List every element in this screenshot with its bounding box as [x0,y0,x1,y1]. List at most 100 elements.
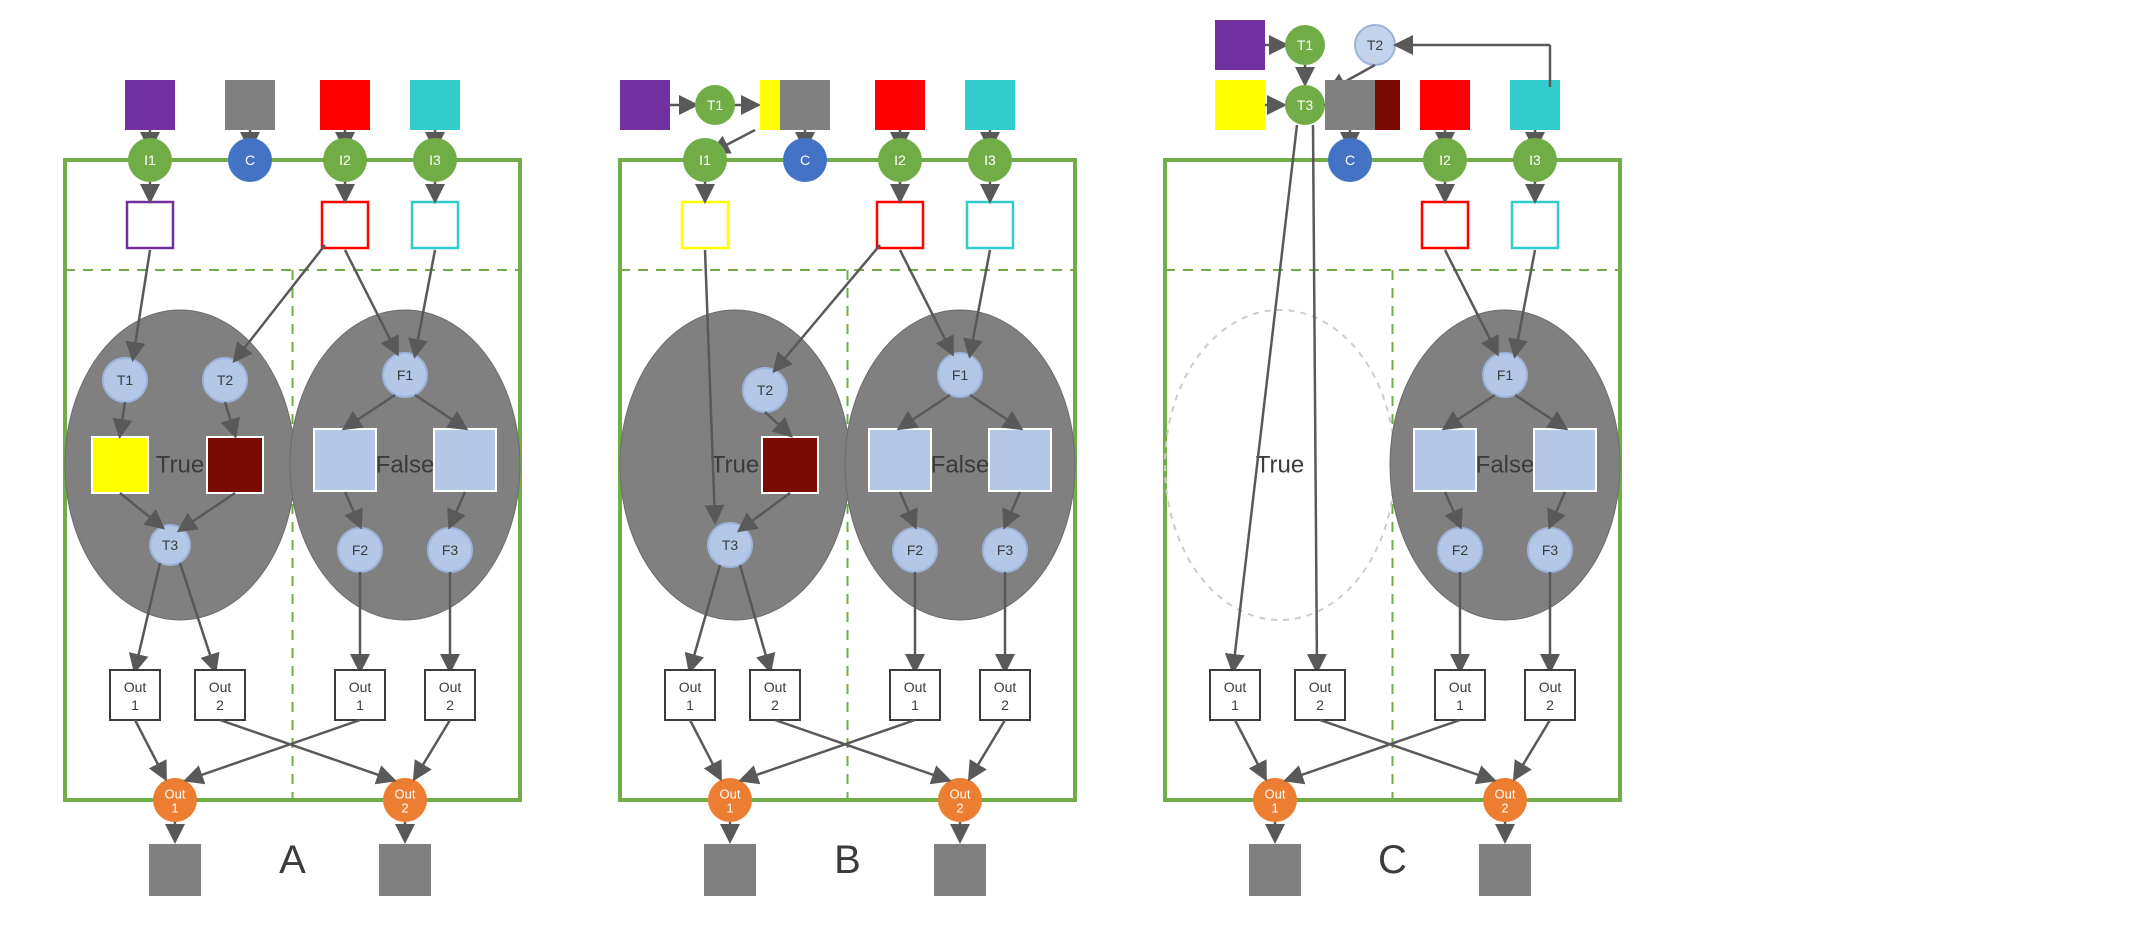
a-o4-m2 [415,720,450,778]
a-t3-out2 [1313,125,1317,670]
input-purple [1215,20,1265,70]
false-sq2 [989,429,1051,491]
a-o1-m1 [690,720,720,778]
true-t3-label: T3 [722,537,739,553]
hollow-red [1422,202,1468,248]
output-gray1 [1479,844,1531,896]
hollow-cyan [412,202,458,248]
port-c-label: C [800,152,810,168]
true-t2-label: T2 [217,372,234,388]
a-o4-m2 [1515,720,1550,778]
port-c-label: C [1345,152,1355,168]
output-gray0 [704,844,756,896]
out-false-2-b: 2 [1001,697,1009,713]
out-false-2-a: Out [1539,679,1562,695]
merge-lab-a1: Out [395,787,416,802]
input-cyan [410,80,460,130]
out-false-1-b: 1 [1456,697,1464,713]
panel-a: I1CI2I3TrueT1T2T3FalseF1F2F3Out1Out2Out1… [65,80,520,896]
input-red [1420,80,1470,130]
out-false-2-b: 2 [446,697,454,713]
true-t1-label: T1 [117,372,134,388]
port-c-label: C [245,152,255,168]
merge-lab-b0: 1 [1271,801,1278,816]
out-false-2-a: Out [439,679,462,695]
out-false-1-b: 1 [911,697,919,713]
t3-label: T3 [1297,97,1314,113]
output-gray1 [934,844,986,896]
true-label: True [156,452,204,479]
a-o2-m2 [1320,720,1493,780]
out-false-2-a: Out [994,679,1017,695]
true-label: True [1256,452,1304,479]
a-o1-m1 [135,720,165,778]
input-red [320,80,370,130]
input-gray [225,80,275,130]
input-gray [780,80,830,130]
out-false-1-a: Out [1449,679,1472,695]
false-f1-label: F1 [1497,367,1514,383]
false-sq2 [434,429,496,491]
panel-b: T1I1CI2I3TrueT2T3FalseF1F2F3Out1Out2Out1… [620,80,1075,896]
true-t3-label: T3 [162,537,179,553]
false-sq1 [314,429,376,491]
out-true-2-b: 2 [216,697,224,713]
false-f3-label: F3 [442,542,459,558]
out-true-1-b: 1 [131,697,139,713]
false-label: False [931,452,990,479]
output-gray0 [149,844,201,896]
arrow-red-t2 [235,245,325,360]
a-o3-m1 [187,720,360,780]
port-i2-label: I2 [894,152,906,168]
hollow-purple [127,202,173,248]
a-t3-out1 [1233,125,1297,670]
out-false-1-b: 1 [356,697,364,713]
merge-lab-b0: 1 [726,801,733,816]
true-t2-label: T2 [757,382,774,398]
port-i1-label: I1 [699,152,711,168]
out-true-2-a: Out [209,679,232,695]
out-true-2-a: Out [764,679,787,695]
false-f2-label: F2 [352,542,369,558]
out-true-1-a: Out [1224,679,1247,695]
yellow-square [1215,80,1265,130]
hollow-yellow [682,202,728,248]
diagram-root: I1CI2I3TrueT1T2T3FalseF1F2F3Out1Out2Out1… [0,0,2130,926]
t2-label: T2 [1367,37,1384,53]
merge-lab-b1: 2 [1501,801,1508,816]
merge-lab-b1: 2 [401,801,408,816]
false-f1-label: F1 [397,367,414,383]
t1-label: T1 [1297,37,1314,53]
false-f2-label: F2 [1452,542,1469,558]
port-i1-label: I1 [144,152,156,168]
panel-letter: A [279,838,306,882]
false-label: False [376,452,435,479]
merge-lab-a0: Out [720,787,741,802]
out-true-1-a: Out [124,679,147,695]
out-true-2-a: Out [1309,679,1332,695]
out-true-2-b: 2 [771,697,779,713]
hollow-cyan [967,202,1013,248]
hollow-cyan [1512,202,1558,248]
merge-lab-a0: Out [1265,787,1286,802]
input-purple [125,80,175,130]
a-o2-m2 [775,720,948,780]
hollow-red [877,202,923,248]
output-gray0 [1249,844,1301,896]
false-f3-label: F3 [997,542,1014,558]
false-sq1 [869,429,931,491]
out-true-1-b: 1 [1231,697,1239,713]
port-i3-label: I3 [1529,152,1541,168]
a-o4-m2 [970,720,1005,778]
output-gray1 [379,844,431,896]
out-false-1-a: Out [904,679,927,695]
out-true-1-a: Out [679,679,702,695]
true-darkred [207,437,263,493]
input-red [875,80,925,130]
port-i3-label: I3 [984,152,996,168]
hollow-red [322,202,368,248]
merge-lab-b0: 1 [171,801,178,816]
false-f3-label: F3 [1542,542,1559,558]
input-gray [1325,80,1375,130]
input-cyan [965,80,1015,130]
